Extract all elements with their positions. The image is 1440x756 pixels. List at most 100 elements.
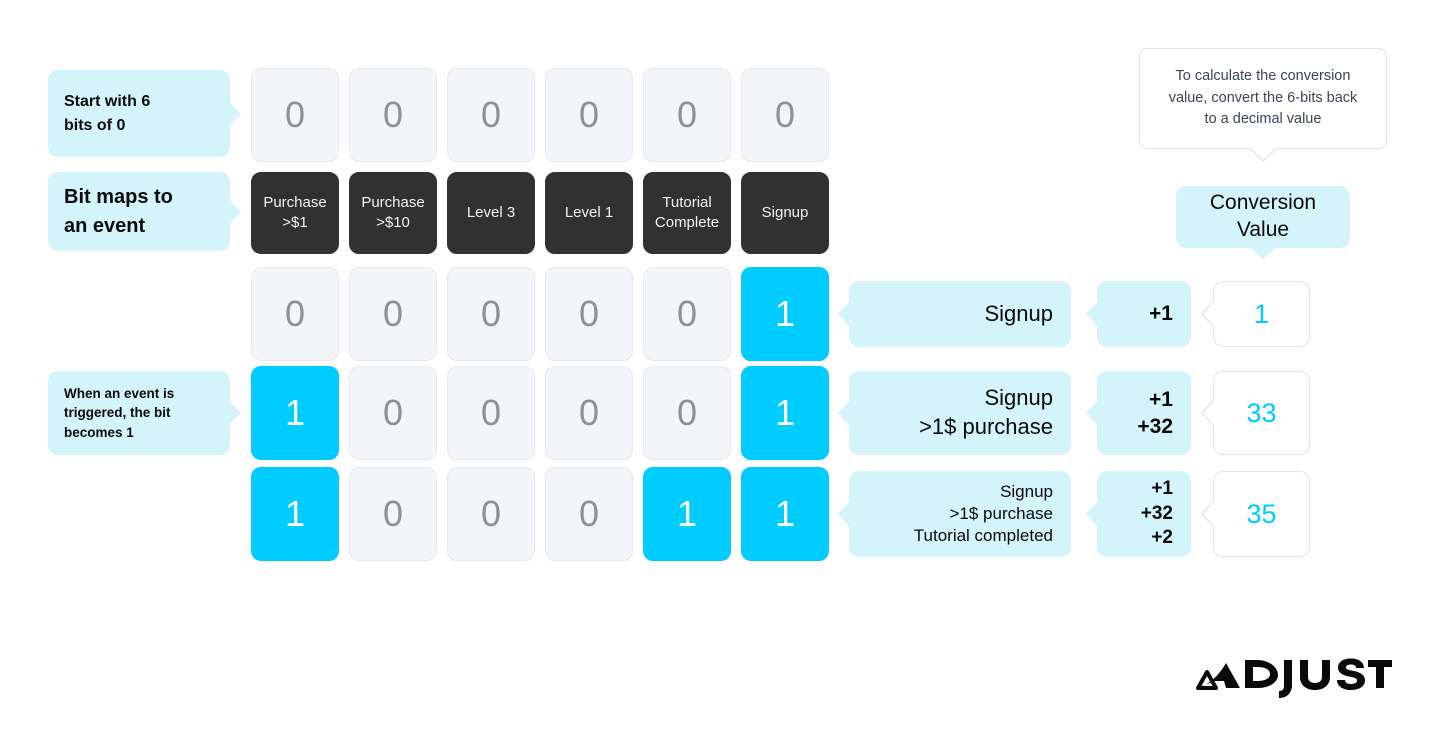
callout-tail-icon [229,401,241,425]
bit-value: 0 [284,293,306,334]
bit-cell[interactable]: 1 [741,267,829,361]
bit-value: 0 [382,293,404,334]
bit-value: 0 [676,94,698,135]
conversion-value-header: Conversion Value [1176,186,1350,259]
bit-value: 1 [676,493,698,534]
bit-cell[interactable]: 0 [349,267,437,361]
bit-value: 0 [480,493,502,534]
event-label-line: Tutorial [662,193,712,211]
bit-cell[interactable]: 0 [643,267,731,361]
bit-cell[interactable]: 0 [447,467,535,561]
conversion-value-box: 1 [1201,281,1310,347]
chip-notch-icon [1086,301,1098,327]
increment-line: +32 [1140,502,1173,524]
event-label-purchase-10[interactable]: Purchase >$10 [349,172,437,254]
bit-cell[interactable]: 0 [643,366,731,460]
bit-cell[interactable]: 0 [349,68,437,162]
diagram-canvas: Start with 6 bits of 0 Bit maps to an ev… [0,0,1440,756]
bit-value: 0 [578,293,600,334]
conversion-value-header-line: Value [1236,218,1290,241]
event-label-line: Purchase [263,193,327,211]
conversion-value-header-line: Conversion [1209,191,1317,215]
chip-notch-icon [1086,400,1098,426]
adjust-logo-svg [1196,658,1392,698]
bit-cell[interactable]: 0 [545,366,633,460]
increment-line: +1 [1149,387,1173,411]
event-label-line: Complete [654,214,720,231]
event-label-line: Purchase [361,193,425,211]
bit-value: 0 [480,293,502,334]
bit-cell[interactable]: 0 [447,366,535,460]
chip-notch-icon [838,301,850,327]
event-label-line: Level 1 [564,203,614,221]
valuebox-notch-inner-icon [1203,301,1215,327]
callout-start-bits-line-2: bits of 0 [64,116,126,134]
bit-value: 0 [480,94,502,135]
increment-line: +32 [1137,415,1173,438]
bit-value: 1 [774,293,796,334]
chip-notch-icon [1086,501,1098,527]
event-label-purchase-1[interactable]: Purchase >$1 [251,172,339,254]
callout-tail-icon [229,101,241,126]
callout-event-trigger: When an event is triggered, the bit beco… [48,371,241,455]
bit-cell[interactable]: 0 [545,68,633,162]
bit-cell[interactable]: 1 [643,467,731,561]
tooltip-line: to a decimal value [1204,111,1322,128]
bit-cell[interactable]: 0 [643,68,731,162]
event-summary-line: Signup [984,300,1053,326]
callout-event-trigger-line-3: becomes 1 [64,424,134,440]
bit-value: 0 [578,493,600,534]
bit-value: 0 [676,293,698,334]
event-label-level-3[interactable]: Level 3 [447,172,535,254]
bit-cell[interactable]: 0 [545,467,633,561]
event-label-line: >$1 [282,214,308,231]
event-label-level-1[interactable]: Level 1 [545,172,633,254]
bit-cell[interactable]: 1 [251,467,339,561]
event-summary-line: >1$ purchase [919,414,1053,439]
bit-value: 1 [284,392,306,433]
conversion-value-box: 35 [1201,471,1310,557]
bit-cell[interactable]: 1 [251,366,339,460]
event-summary-line: Signup [1000,481,1053,501]
event-label-line: Signup [761,203,809,221]
callout-bit-maps: Bit maps to an event [48,172,241,251]
bit-value: 0 [578,94,600,135]
bit-value: 0 [284,94,306,135]
callout-event-trigger-line-2: triggered, the bit [64,405,171,421]
bit-cell[interactable]: 0 [251,267,339,361]
bit-cell[interactable]: 0 [349,366,437,460]
adjust-logo [1196,655,1392,706]
callout-start-bits-line-1: Start with 6 [64,93,151,111]
cv-chip-tail-icon [1250,247,1276,259]
bit-value: 0 [382,493,404,534]
conversion-value-number: 1 [1253,298,1270,329]
conversion-value-box: 33 [1201,371,1310,455]
event-summary-chip: Signup >1$ purchase [838,371,1071,455]
event-label-tutorial-complete[interactable]: Tutorial Complete [643,172,731,254]
callout-event-trigger-line-1: When an event is [64,385,175,401]
bit-value: 1 [774,493,796,534]
increment-chip: +1 +32 [1086,371,1191,455]
bit-cell[interactable]: 1 [741,467,829,561]
bit-value: 0 [676,392,698,433]
increment-chip: +1 +32 +2 [1086,471,1191,557]
bit-cell[interactable]: 1 [741,366,829,460]
increment-line: +1 [1151,477,1173,499]
bit-cell[interactable]: 0 [251,68,339,162]
increment-line: +2 [1151,527,1173,549]
callout-tail-icon [229,199,241,224]
event-summary-line: >1$ purchase [949,503,1054,523]
tooltip-line: To calculate the conversion [1175,67,1351,84]
callout-bit-maps-line-1: Bit maps to [64,185,173,208]
bit-cell[interactable]: 0 [349,467,437,561]
tooltip-line: value, convert the 6-bits back [1168,89,1358,106]
valuebox-notch-inner-icon [1203,400,1215,426]
increment-line: +1 [1149,302,1173,326]
bit-cell[interactable]: 0 [741,68,829,162]
event-label-signup[interactable]: Signup [741,172,829,254]
increment-chip: +1 [1086,281,1191,347]
event-summary-line: Signup [984,385,1053,411]
bit-cell[interactable]: 0 [447,68,535,162]
bit-cell[interactable]: 0 [447,267,535,361]
bit-cell[interactable]: 0 [545,267,633,361]
